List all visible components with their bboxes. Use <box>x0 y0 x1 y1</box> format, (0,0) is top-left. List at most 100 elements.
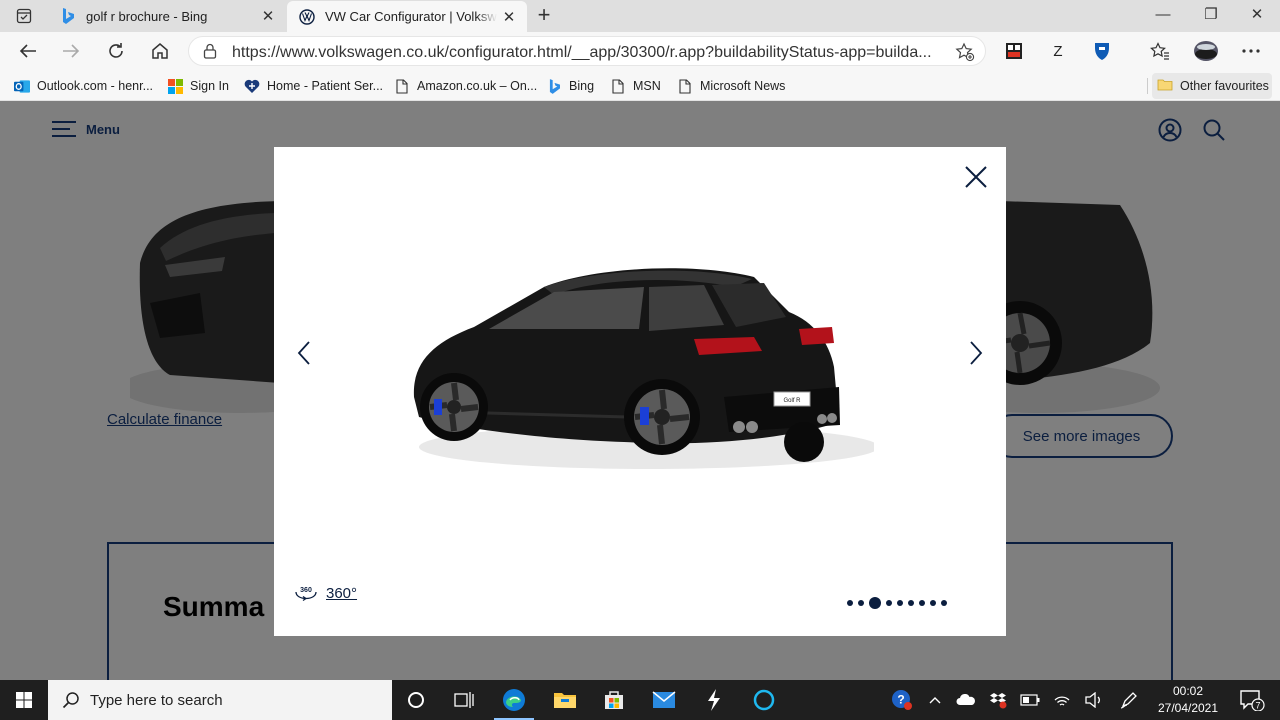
microsoft-store-button[interactable] <box>590 680 638 720</box>
page-icon <box>610 78 626 94</box>
tab-title: golf r brochure - Bing <box>86 8 208 24</box>
back-button[interactable] <box>13 37 43 65</box>
search-icon[interactable] <box>1202 118 1226 142</box>
tab-vw-configurator[interactable]: VW Car Configurator | Volkswagen ✕ <box>287 1 527 32</box>
windows-logo-icon <box>16 692 32 708</box>
close-icon[interactable] <box>964 165 988 189</box>
start-button[interactable] <box>0 680 48 720</box>
file-explorer-button[interactable] <box>541 680 589 720</box>
favourite-amazon[interactable]: Amazon.co.uk – On... <box>394 76 537 96</box>
dropbox-tray-button[interactable] <box>986 680 1010 720</box>
mail-button[interactable] <box>640 680 688 720</box>
pagination-dot[interactable] <box>858 600 864 606</box>
favourite-outlook[interactable]: Outlook.com - henr... <box>14 76 153 96</box>
extension-gb-icon[interactable] <box>1001 39 1027 63</box>
tab-close-button[interactable]: ✕ <box>256 7 280 25</box>
menu-button[interactable]: Menu <box>52 121 120 137</box>
see-more-images-button[interactable]: See more images <box>990 414 1173 458</box>
address-bar[interactable]: https://www.volkswagen.co.uk/configurato… <box>188 36 986 66</box>
license-plate-text: Golf R <box>783 398 801 404</box>
favourite-sign-in[interactable]: Sign In <box>167 76 229 96</box>
pagination-dot[interactable] <box>919 600 925 606</box>
svg-text:?: ? <box>897 693 904 707</box>
extension-shield-icon[interactable] <box>1089 39 1115 63</box>
favourites-bar: Outlook.com - henr... Sign In Home - Pat… <box>0 70 1280 101</box>
action-center-button[interactable]: 7 <box>1232 680 1272 720</box>
chevron-up-icon <box>929 697 941 704</box>
favourite-microsoft-news[interactable]: Microsoft News <box>677 76 785 96</box>
speaker-icon <box>1085 692 1100 708</box>
tab-bing[interactable]: golf r brochure - Bing ✕ <box>48 0 286 32</box>
outlook-icon <box>14 78 30 94</box>
minimize-button[interactable]: — <box>1140 0 1186 32</box>
battery-tray-button[interactable] <box>1018 680 1042 720</box>
account-icon[interactable] <box>1158 118 1182 142</box>
wifi-icon <box>1054 696 1070 706</box>
help-tray-button[interactable]: ? <box>888 680 916 720</box>
browser-tab-bar: golf r brochure - Bing ✕ VW Car Configur… <box>0 0 1280 32</box>
summary-title: Summa <box>163 591 265 622</box>
extension-z-icon[interactable]: Z <box>1045 39 1071 63</box>
edge-icon <box>503 689 525 711</box>
windows-taskbar: Type here to search ? 00:02 27/04/2021 7 <box>0 680 1280 720</box>
taskbar-clock[interactable]: 00:02 27/04/2021 <box>1150 683 1226 717</box>
network-tray-button[interactable] <box>1050 680 1074 720</box>
calculate-finance-link[interactable]: Calculate finance <box>107 411 222 428</box>
edge-taskbar-button[interactable] <box>490 680 538 720</box>
lock-icon[interactable] <box>203 43 217 64</box>
profile-avatar[interactable] <box>1192 39 1220 63</box>
hamburger-icon <box>52 121 76 137</box>
chevron-left-icon[interactable] <box>296 340 312 366</box>
pen-tray-button[interactable] <box>1116 680 1142 720</box>
cloud-icon <box>956 694 975 705</box>
background-car-rear-image <box>1000 201 1160 413</box>
pagination-dot[interactable] <box>941 600 947 606</box>
microsoft-icon <box>167 78 183 94</box>
restore-button[interactable]: ❐ <box>1188 0 1234 32</box>
pagination-dot-active[interactable] <box>869 597 881 609</box>
more-options-icon[interactable] <box>1238 39 1264 63</box>
tab-close-button[interactable]: ✕ <box>497 8 521 26</box>
svg-text:360: 360 <box>300 587 312 594</box>
show-hidden-icons-button[interactable] <box>924 680 946 720</box>
cortana-button[interactable] <box>392 680 440 720</box>
add-favourite-icon[interactable] <box>955 42 975 67</box>
home-icon <box>152 43 168 59</box>
task-view-button[interactable] <box>440 680 488 720</box>
volume-tray-button[interactable] <box>1082 680 1106 720</box>
help-icon: ? <box>892 690 912 710</box>
notifications-icon: 7 <box>1240 690 1265 711</box>
lightning-icon <box>708 689 720 711</box>
chevron-right-icon[interactable] <box>968 340 984 366</box>
pagination-dot[interactable] <box>908 600 914 606</box>
favourite-patient-services[interactable]: Home - Patient Ser... <box>244 76 383 96</box>
tab-actions-icon <box>16 8 32 24</box>
home-button[interactable] <box>145 37 175 65</box>
pagination-dot[interactable] <box>897 600 903 606</box>
background-car-front-image <box>130 201 280 413</box>
view-360-button[interactable]: 360 360° <box>294 584 357 602</box>
pagination-dot[interactable] <box>886 600 892 606</box>
forward-button[interactable] <box>56 37 86 65</box>
alexa-button[interactable] <box>740 680 788 720</box>
taskbar-search-placeholder: Type here to search <box>90 691 223 709</box>
tab-actions-button[interactable] <box>0 0 48 32</box>
favourites-icon[interactable] <box>1147 39 1173 63</box>
onedrive-tray-button[interactable] <box>954 680 978 720</box>
other-favourites-button[interactable]: Other favourites <box>1152 73 1272 99</box>
favourite-bing[interactable]: Bing <box>546 76 594 96</box>
favourite-msn[interactable]: MSN <box>610 76 661 96</box>
svg-text:7: 7 <box>1255 701 1260 711</box>
cortana-circle-icon <box>408 692 424 708</box>
address-url[interactable]: https://www.volkswagen.co.uk/configurato… <box>232 44 932 62</box>
back-arrow-icon <box>19 44 36 58</box>
lightning-app-button[interactable] <box>690 680 738 720</box>
taskbar-search-box[interactable]: Type here to search <box>48 680 392 720</box>
pagination-dot[interactable] <box>847 600 853 606</box>
pagination-dot[interactable] <box>930 600 936 606</box>
gallery-pagination <box>847 597 952 609</box>
refresh-button[interactable] <box>101 37 131 65</box>
new-tab-button[interactable]: + <box>532 4 556 28</box>
window-close-button[interactable]: ✕ <box>1234 0 1280 32</box>
favourite-label: MSN <box>633 79 661 93</box>
